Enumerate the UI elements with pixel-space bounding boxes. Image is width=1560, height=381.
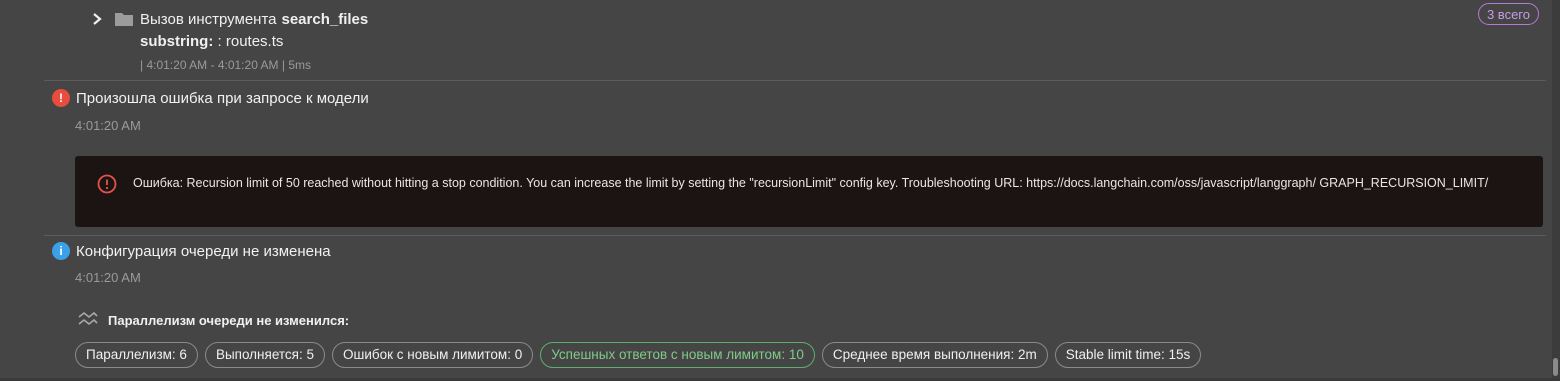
tool-name: search_files	[281, 10, 369, 28]
error-message: Ошибка: Recursion limit of 50 reached wi…	[133, 176, 1489, 190]
param-key: substring:	[140, 33, 214, 50]
chip-parallelism: Параллелизм: 6	[75, 342, 198, 368]
chip-avg-time: Среднее время выполнения: 2m	[821, 342, 1048, 368]
total-count-badge[interactable]: 3 всего	[1477, 3, 1539, 25]
error-message-box: Ошибка: Recursion limit of 50 reached wi…	[75, 156, 1543, 227]
parallel-heading-text: Параллелизм очереди не изменился:	[108, 312, 350, 328]
info-icon: i	[52, 242, 70, 260]
divider	[44, 235, 1546, 236]
parallel-icon	[78, 311, 98, 326]
error-time: 4:01:20 AM	[75, 118, 141, 133]
tool-timing: | 4:01:20 AM - 4:01:20 AM | 5ms	[140, 58, 311, 72]
folder-icon	[115, 13, 133, 26]
info-entry-header: i Конфигурация очереди не изменена	[52, 242, 331, 260]
chevron-right-icon[interactable]	[88, 10, 106, 28]
error-entry-header: ! Произошла ошибка при запросе к модели	[52, 89, 369, 107]
tool-call-label: Вызов инструмента	[140, 10, 277, 28]
error-title: Произошла ошибка при запросе к модели	[76, 89, 369, 107]
info-time: 4:01:20 AM	[75, 270, 141, 285]
chip-successes: Успешных ответов с новым лимитом: 10	[540, 342, 815, 368]
chip-running: Выполняется: 5	[204, 342, 325, 368]
tool-call-header[interactable]: Вызов инструмента search_files	[88, 8, 368, 30]
chip-errors: Ошибок с новым лимитом: 0	[332, 342, 534, 368]
param-value: : routes.ts	[217, 33, 284, 50]
tool-param: substring: : routes.ts	[140, 33, 283, 50]
info-title: Конфигурация очереди не изменена	[76, 242, 331, 260]
scrollbar[interactable]	[1552, 0, 1560, 381]
divider	[44, 80, 1546, 81]
parallel-heading: Параллелизм очереди не изменился:	[78, 311, 349, 329]
scrollbar-thumb[interactable]	[1553, 358, 1558, 376]
alert-circle-icon	[97, 174, 117, 194]
queue-stats-chips: Параллелизм: 6 Выполняется: 5 Ошибок с н…	[75, 342, 1202, 368]
error-icon: !	[52, 89, 70, 107]
chip-stable-limit: Stable limit time: 15s	[1054, 342, 1202, 368]
